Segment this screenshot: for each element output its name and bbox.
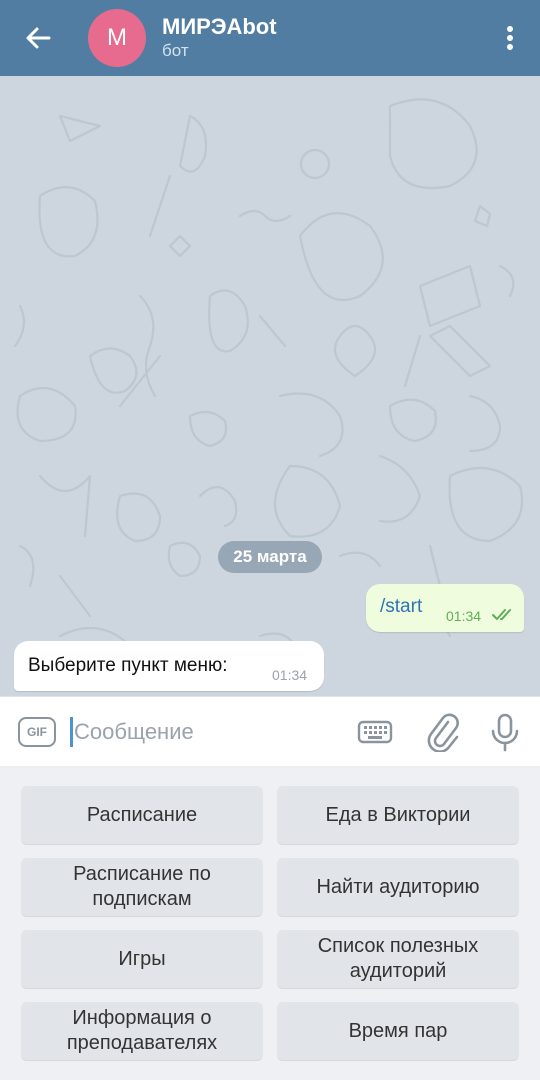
- chat-title-block[interactable]: МИРЭАbot бот: [162, 14, 480, 62]
- chat-area[interactable]: 25 марта /start 01:34 Выберите пункт мен…: [0, 76, 540, 696]
- reply-button-schedule[interactable]: Расписание: [21, 786, 263, 844]
- microphone-icon: [491, 713, 519, 752]
- reply-button-food[interactable]: Еда в Виктории: [277, 786, 519, 844]
- keyboard-icon: [357, 720, 393, 744]
- reply-button-find-room[interactable]: Найти аудиторию: [277, 858, 519, 916]
- attach-button[interactable]: [424, 712, 460, 753]
- text-caret: [70, 717, 73, 747]
- chat-title: МИРЭАbot: [162, 14, 277, 39]
- reply-button-teachers-info[interactable]: Информация о преподавателях: [21, 1002, 263, 1060]
- outgoing-message[interactable]: /start 01:34: [366, 584, 524, 632]
- reply-button-class-times[interactable]: Время пар: [277, 1002, 519, 1060]
- reply-button-schedule-subscriptions[interactable]: Расписание по подпискам: [21, 858, 263, 916]
- chat-subtitle: бот: [162, 41, 189, 60]
- message-composer: GIF: [0, 696, 540, 766]
- reply-button-games[interactable]: Игры: [21, 930, 263, 988]
- message-time: 01:34: [272, 667, 308, 683]
- message-text: Выберите пункт меню:: [28, 655, 228, 676]
- date-separator: 25 марта: [218, 541, 322, 573]
- message-text: /start: [380, 596, 423, 617]
- back-button[interactable]: [0, 0, 76, 76]
- gif-button[interactable]: GIF: [18, 717, 56, 747]
- back-arrow-icon: [26, 27, 51, 49]
- paperclip-icon: [427, 713, 459, 753]
- voice-record-button[interactable]: [488, 711, 522, 753]
- message-time: 01:34: [446, 608, 482, 624]
- bot-keyboard-toggle-button[interactable]: [356, 714, 394, 750]
- incoming-message[interactable]: Выберите пункт меню: 01:34: [14, 641, 324, 691]
- reply-button-useful-rooms[interactable]: Список полезных аудиторий: [277, 930, 519, 988]
- more-vertical-icon: [507, 26, 513, 50]
- bot-reply-keyboard: Расписание Еда в Виктории Расписание по …: [0, 766, 540, 1080]
- message-input[interactable]: [74, 715, 334, 749]
- chat-header: M МИРЭАbot бот: [0, 0, 540, 76]
- avatar[interactable]: M: [88, 9, 146, 67]
- read-checkmarks-icon: [492, 609, 511, 620]
- more-menu-button[interactable]: [480, 0, 540, 76]
